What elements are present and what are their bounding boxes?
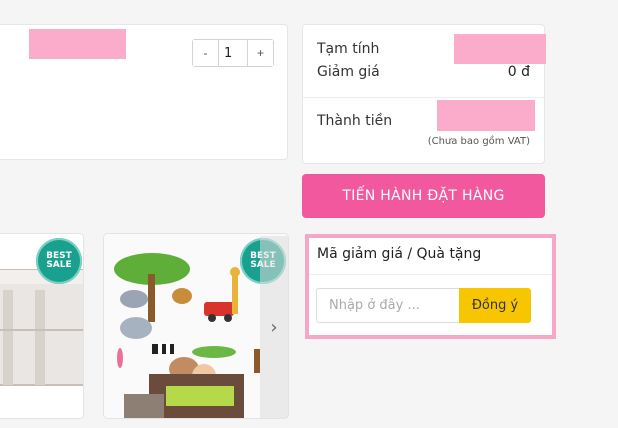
carousel-next-button[interactable]: › (260, 236, 288, 418)
discount-label: Giảm giá (317, 64, 380, 80)
quantity-input[interactable] (218, 40, 248, 66)
vat-note: (Chưa bao gồm VAT) (427, 136, 530, 147)
best-sale-badge: BEST SALE (36, 238, 82, 284)
promo-title: Mã giảm giá / Quà tặng (317, 246, 482, 262)
product-name-redacted (29, 29, 126, 59)
decrease-quantity-button[interactable]: - (193, 40, 218, 66)
checkout-button[interactable]: TIẾN HÀNH ĐẶT HÀNG (302, 174, 545, 218)
discount-value: 0 đ (507, 64, 530, 80)
cart-item-card: - + (0, 24, 288, 160)
promo-divider (309, 274, 552, 275)
quantity-stepper[interactable]: - + (192, 39, 274, 67)
promo-code-input[interactable] (316, 288, 459, 323)
order-summary: Tạm tính Giảm giá 0 đ Thành tiền (Chưa b… (302, 24, 546, 164)
subtotal-value-redacted (454, 34, 546, 64)
promo-code-panel: Mã giảm giá / Quà tặng Đồng ý (305, 234, 556, 339)
chevron-right-icon: › (270, 316, 278, 338)
increase-quantity-button[interactable]: + (248, 40, 273, 66)
total-value-redacted (437, 100, 535, 131)
product-card[interactable]: BEST SALE (0, 233, 84, 419)
subtotal-label: Tạm tính (317, 41, 380, 57)
total-label: Thành tiền (317, 113, 393, 129)
summary-divider (303, 97, 544, 98)
apply-promo-button[interactable]: Đồng ý (459, 288, 531, 323)
